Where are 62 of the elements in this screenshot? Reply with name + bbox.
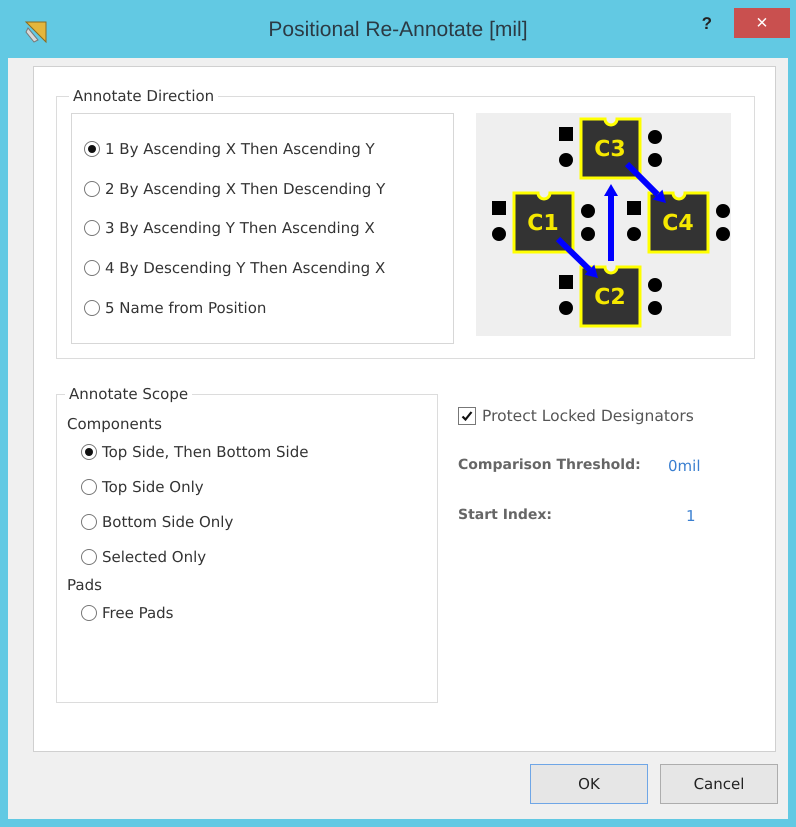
radio-button[interactable] — [81, 444, 97, 460]
radio-button[interactable] — [84, 300, 100, 316]
value-field[interactable]: 1 — [668, 507, 700, 525]
option-label: Bottom Side Only — [102, 513, 234, 531]
group-title: Annotate Direction — [72, 87, 216, 105]
round-pad — [581, 204, 595, 218]
designator-label: C2 — [594, 285, 626, 310]
option-label: Top Side, Then Bottom Side — [102, 443, 308, 461]
square-pad — [627, 201, 641, 215]
round-pad — [559, 153, 573, 167]
option-label: Top Side Only — [102, 478, 204, 496]
designator-label: C3 — [594, 137, 626, 162]
group-title: Annotate Scope — [68, 385, 190, 403]
radio-button[interactable] — [84, 260, 100, 276]
radio-button[interactable] — [84, 220, 100, 236]
radio-button[interactable] — [81, 605, 97, 621]
option-label: 5 Name from Position — [105, 299, 266, 318]
value-field[interactable]: 0mil — [668, 457, 700, 475]
radio-button[interactable] — [81, 479, 97, 495]
round-pad — [492, 227, 506, 241]
round-pad — [648, 153, 662, 167]
component-outline — [580, 118, 642, 180]
help-button[interactable]: ? — [696, 14, 718, 34]
component-outline — [580, 266, 642, 328]
round-pad — [716, 204, 730, 218]
component-outline — [512, 192, 574, 254]
dialog-button[interactable]: OK — [530, 764, 648, 804]
arrow — [556, 236, 598, 278]
arrow — [624, 162, 666, 203]
section-heading: Components — [67, 415, 163, 433]
option-label: Free Pads — [102, 604, 174, 622]
field-label: Comparison Threshold: — [458, 457, 642, 475]
close-button[interactable]: × — [734, 8, 790, 38]
round-pad — [581, 227, 595, 241]
option-label: 2 By Ascending X Then Descending Y — [105, 180, 386, 198]
square-pad — [492, 201, 506, 215]
window-title: Positional Re-Annotate [mil] — [268, 18, 528, 42]
radio-button[interactable] — [81, 514, 97, 530]
checkbox-label: Protect Locked Designators — [482, 407, 694, 425]
round-pad — [716, 227, 730, 241]
square-pad — [559, 275, 573, 289]
designator-label: C4 — [662, 211, 694, 236]
component-outline — [648, 192, 710, 254]
square-pad — [559, 127, 573, 141]
option-label: 1 By Ascending X Then Ascending Y — [105, 140, 375, 158]
radio-button[interactable] — [84, 180, 100, 197]
designator-label: C1 — [527, 211, 559, 236]
option-label: Selected Only — [102, 548, 206, 566]
field-label: Start Index: — [458, 507, 554, 525]
round-pad — [648, 130, 662, 144]
checkbox[interactable] — [458, 407, 476, 425]
round-pad — [648, 301, 662, 315]
radio-button[interactable] — [84, 140, 100, 157]
dialog-button[interactable]: Cancel — [660, 764, 778, 804]
section-heading: Pads — [67, 576, 103, 594]
round-pad — [648, 278, 662, 292]
round-pad — [627, 227, 641, 241]
option-label: 3 By Ascending Y Then Ascending X — [105, 219, 375, 238]
app-icon — [24, 20, 48, 44]
option-label: 4 By Descending Y Then Ascending X — [105, 259, 386, 278]
round-pad — [559, 301, 573, 315]
radio-button[interactable] — [81, 549, 97, 565]
